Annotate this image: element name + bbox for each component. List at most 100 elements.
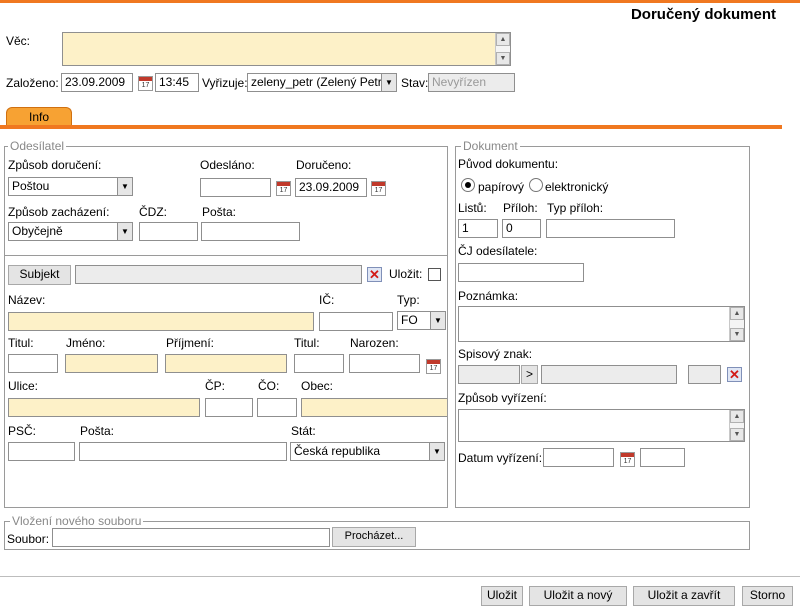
- posta-field[interactable]: [201, 222, 300, 241]
- datum-vyrizeni-label: Datum vyřízení:: [458, 451, 543, 465]
- scroll-up-icon[interactable]: ▲: [730, 307, 744, 320]
- posta-label: Pošta:: [202, 205, 237, 219]
- calendar-icon[interactable]: 17: [276, 181, 291, 196]
- zalozeno-time-field[interactable]: 13:45: [155, 73, 199, 92]
- scroll-down-icon[interactable]: ▼: [730, 328, 744, 341]
- psc-field[interactable]: [8, 442, 75, 461]
- calendar-icon[interactable]: 17: [138, 76, 153, 91]
- narozen-field[interactable]: [349, 354, 420, 373]
- cdz-field[interactable]: [139, 222, 198, 241]
- stav-field: Nevyřízen: [428, 73, 515, 92]
- zpusob-doruceni-select[interactable]: Poštou ▼: [8, 177, 133, 196]
- vec-label: Věc:: [6, 34, 31, 48]
- tab-info[interactable]: Info: [6, 107, 72, 126]
- priloh-label: Příloh:: [503, 201, 538, 215]
- vyrizuje-select[interactable]: zeleny_petr (Zelený Petr ▼: [247, 73, 397, 92]
- stat-label: Stát:: [291, 424, 316, 438]
- typ-select[interactable]: FO ▼: [397, 311, 446, 330]
- save-and-close-button[interactable]: Uložit a zavřít: [633, 586, 735, 606]
- page-title: Doručený dokument: [630, 6, 776, 23]
- jmeno-field[interactable]: [65, 354, 158, 373]
- calendar-icon[interactable]: 17: [371, 181, 386, 196]
- spisovy-znak-name-field: [541, 365, 677, 384]
- save-button[interactable]: Uložit: [481, 586, 523, 606]
- radio-elektronicky-label: elektronický: [545, 180, 609, 194]
- vec-scrollbar[interactable]: ▲ ▼: [495, 33, 510, 65]
- ulice-field[interactable]: [8, 398, 200, 417]
- spisovy-znak-extra-field: [688, 365, 721, 384]
- odesilatel-legend: Odesílatel: [8, 139, 67, 153]
- subjekt-button[interactable]: Subjekt: [8, 265, 71, 285]
- delete-icon[interactable]: ✕: [727, 367, 742, 382]
- odeslano-label: Odesláno:: [200, 158, 255, 172]
- psc-label: PSČ:: [8, 424, 37, 438]
- zpusob-vyrizeni-scrollbar[interactable]: ▲ ▼: [729, 410, 744, 441]
- priloh-field[interactable]: 0: [502, 219, 541, 238]
- ic-label: IČ:: [319, 293, 335, 307]
- scroll-down-icon[interactable]: ▼: [496, 52, 510, 65]
- dokument-legend: Dokument: [461, 139, 520, 153]
- puvod-label: Původ dokumentu:: [458, 157, 559, 171]
- radio-papirovy[interactable]: [461, 178, 475, 192]
- zalozeno-date-field[interactable]: 23.09.2009: [61, 73, 133, 92]
- nazev-label: Název:: [8, 293, 46, 307]
- cp-label: ČP:: [205, 379, 226, 393]
- chevron-down-icon[interactable]: ▼: [430, 312, 445, 329]
- titul2-field[interactable]: [294, 354, 344, 373]
- stat-select[interactable]: Česká republika ▼: [290, 442, 445, 461]
- cdz-label: ČDZ:: [139, 205, 167, 219]
- cancel-button[interactable]: Storno: [742, 586, 793, 606]
- scroll-up-icon[interactable]: ▲: [496, 33, 510, 46]
- chevron-down-icon[interactable]: ▼: [381, 74, 396, 91]
- datum-vyrizeni-field[interactable]: [543, 448, 614, 467]
- calendar-icon[interactable]: 17: [426, 359, 441, 374]
- posta2-field[interactable]: [79, 442, 287, 461]
- cj-field[interactable]: [458, 263, 584, 282]
- odeslano-field[interactable]: [200, 178, 271, 197]
- datum-vyrizeni-time-field[interactable]: [640, 448, 685, 467]
- listu-field[interactable]: 1: [458, 219, 498, 238]
- spisovy-znak-code-field: [458, 365, 520, 384]
- titul2-label: Titul:: [294, 336, 320, 350]
- spisovy-znak-label: Spisový znak:: [458, 347, 533, 361]
- poznamka-scrollbar[interactable]: ▲ ▼: [729, 307, 744, 341]
- poznamka-textarea[interactable]: ▲ ▼: [458, 306, 745, 342]
- delete-icon[interactable]: ✕: [367, 267, 382, 282]
- prijmeni-label: Příjmení:: [166, 336, 215, 350]
- zpusob-zachazeni-select[interactable]: Obyčejně ▼: [8, 222, 133, 241]
- doruceno-field[interactable]: 23.09.2009: [295, 178, 367, 197]
- co-label: ČO:: [258, 379, 280, 393]
- zpusob-doruceni-label: Způsob doručení:: [8, 158, 102, 172]
- typ-priloh-field[interactable]: [546, 219, 675, 238]
- chevron-down-icon[interactable]: ▼: [117, 223, 132, 240]
- scroll-down-icon[interactable]: ▼: [730, 428, 744, 441]
- cp-field[interactable]: [205, 398, 253, 417]
- soubor-field[interactable]: [52, 528, 330, 547]
- chevron-down-icon[interactable]: ▼: [429, 443, 444, 460]
- nazev-field[interactable]: [8, 312, 314, 331]
- co-field[interactable]: [257, 398, 297, 417]
- chevron-down-icon[interactable]: ▼: [117, 178, 132, 195]
- ulozit-checkbox[interactable]: [428, 268, 441, 281]
- posta2-label: Pošta:: [80, 424, 115, 438]
- scroll-up-icon[interactable]: ▲: [730, 410, 744, 423]
- browse-button[interactable]: Procházet...: [332, 527, 416, 547]
- prijmeni-field[interactable]: [165, 354, 287, 373]
- vec-textarea[interactable]: ▲ ▼: [62, 32, 511, 66]
- titul-field[interactable]: [8, 354, 58, 373]
- typ-priloh-label: Typ příloh:: [547, 201, 604, 215]
- typ-label: Typ:: [397, 293, 420, 307]
- titul-label: Titul:: [8, 336, 34, 350]
- poznamka-label: Poznámka:: [458, 289, 519, 303]
- calendar-icon[interactable]: 17: [620, 452, 635, 467]
- obec-field[interactable]: [301, 398, 447, 417]
- jmeno-label: Jméno:: [66, 336, 106, 350]
- radio-elektronicky[interactable]: [529, 178, 543, 192]
- subjekt-field: [75, 265, 362, 284]
- narozen-label: Narozen:: [350, 336, 399, 350]
- spisovy-znak-arrow-button[interactable]: >: [521, 365, 538, 384]
- zpusob-vyrizeni-textarea[interactable]: ▲ ▼: [458, 409, 745, 442]
- ic-field[interactable]: [319, 312, 393, 331]
- save-and-new-button[interactable]: Uložit a nový: [529, 586, 627, 606]
- zpusob-zachazeni-label: Způsob zacházení:: [8, 205, 110, 219]
